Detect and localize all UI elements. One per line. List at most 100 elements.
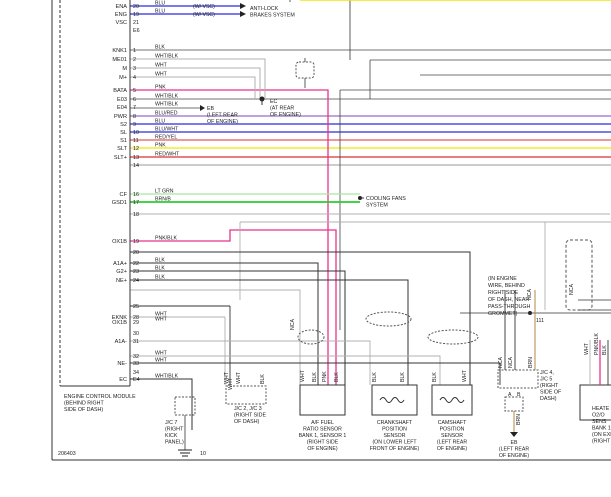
wire-color-label: WHT/BLK [155,54,179,60]
ecm-pin-number: 3 [133,66,136,72]
wire-color-label: BLK [155,45,165,51]
arrow-icon [240,3,246,9]
arrow-icon [240,11,246,17]
ecm-pin-name: GSD1 [112,200,127,206]
jc23-wire-label: BLK [260,374,266,384]
af-wire-label: PNK [322,371,328,382]
nca-label: NCA [290,319,296,330]
wire-gray [130,355,441,385]
ecm-pin-name: KNK1 [112,48,127,54]
ecm-label: ENGINE CONTROL MODULE [64,394,136,400]
wire-color-label: WHT [155,72,168,78]
ecm-pin-name: M [122,66,127,72]
ecm-pin-name: G2+ [116,269,127,275]
wire-color-label: RED/WHT [155,152,180,158]
wire-color-label: BRN/B [155,197,171,203]
ecm-pin-number: 21 [133,20,139,26]
pin-number-111: 111 [536,318,544,324]
eb2-wire-label: NCA [508,357,514,368]
ec-callout: EC [270,99,278,105]
component-label: (ON LOWER LEFT [372,440,417,446]
jc2-jc3-label: OF DASH) [234,419,260,425]
ground-arrow-icon [510,432,518,437]
ecm-pin-number: 20 [133,4,139,10]
wire-color-label: RED/YEL [155,135,177,141]
nca-label: NCA [569,284,575,295]
ecm-pin-name: ENG [115,12,127,18]
heated-o2-label: SENS [592,419,607,425]
grommet-callout: OF DASH, NEAR [488,297,529,303]
af-wire-label: BLK [334,372,340,382]
wire-note: (W/ VSC) [193,4,215,10]
jc4-jc5-label: J/C 4, [540,370,554,376]
component-label: OF ENGINE) [307,446,338,452]
ec-callout: OF ENGINE) [270,112,301,118]
ecm-pin-name: OX1B [112,320,127,326]
ecm-pin-name: CF [120,192,128,198]
pin-letter: B [517,392,521,398]
ecm-pin-name: EC [119,377,127,383]
crank-wire-label: BLK [400,372,406,382]
ecm-pin-name: E04 [117,105,127,111]
ecm-pin-name: ENA [115,4,127,10]
wire-color-label: WHT/BLK [155,94,179,100]
ground-number: 10 [200,451,206,457]
wire-color-label: PNK [155,85,166,91]
wire-color-label: BLU [155,119,165,125]
ecm-pin-name: OX1B [112,239,127,245]
jc2-jc3-label: (RIGHT SIDE [234,413,266,419]
wiring-diagram: ENA 20 BLU ENG 19 BLU VSC 21 E6 KNK1 1 BLK ME01 2 WHT/… [51,0,611,461]
wire-blk [130,270,346,385]
ecm-pin-number: 10 [133,130,139,136]
wire-m [130,67,261,99]
jc7-label: PANEL) [165,440,184,446]
ecm-pin-name: S2 [120,122,127,128]
ecm-pin-number: 5 [133,88,136,94]
heated-wire-label: BLK [602,345,608,355]
ecm-pin-name: ME01 [112,57,127,63]
ecm-pin-number: 34 [133,370,139,376]
ecm-pin-number: 1 [133,48,136,54]
jc7-label: J/C 7 [165,420,177,426]
ecm-pin-name: SL [120,130,127,136]
antilock-callout: BRAKES SYSTEM [250,13,295,19]
wire-layer [130,0,611,457]
grommet-callout: PASS-THROUGH [488,304,530,310]
ecm-pin-number: 12 [133,146,139,152]
crank-wire-label: BLK [372,372,378,382]
inline-connector-icon [295,61,315,79]
ecm-pin-number: 11 [133,138,139,144]
eb-callout: OF ENGINE) [207,119,238,125]
antilock-callout: ANTI-LOCK [250,6,279,12]
ecm-pin-number: 2 [133,57,136,63]
component-label: CAMSHAFT [438,420,467,426]
component-label: (RIGHT SIDE [307,440,339,446]
jc7-label: (RIGHT [165,427,184,433]
wire-blk [130,279,409,385]
heated-wire-label: WHT [584,342,590,355]
wire-color-label: WHT [155,317,168,323]
shield-connector-icon [365,311,412,327]
ecm-pin-number: 30 [133,331,139,337]
af-wire-label: WHT [300,369,306,382]
ecm-pin-name: S1 [120,138,127,144]
heated-o2-label: HEATE [592,406,610,412]
ecm-pin-number: 31 [133,339,139,345]
ecm-pin-name: SLT+ [114,155,127,161]
grommet-callout: WIRE, BEHIND [488,283,525,289]
wire-m-plus [130,76,256,99]
jc23-wire-label: WHT [224,371,230,384]
wire-gray [130,289,301,385]
eb-callout: EB [207,106,215,112]
pin-letter: A [508,392,512,398]
ecm-pin-name: NE+ [116,278,127,284]
jc23-wire-label: WHT [236,371,242,384]
heated-o2-label: (ON EXH AU [592,432,611,438]
ecm-pin-number: 29 [133,320,139,326]
brn-stub: BRN [516,414,522,425]
wire-color-label: BLK [155,258,165,264]
eb-connector-icon [504,396,524,412]
jc2-jc3-label: J/C 2, J/C 3 [234,406,262,412]
ecm-pin-number: 8 [133,114,136,120]
ecm-pin-name: A1A- [115,339,128,345]
